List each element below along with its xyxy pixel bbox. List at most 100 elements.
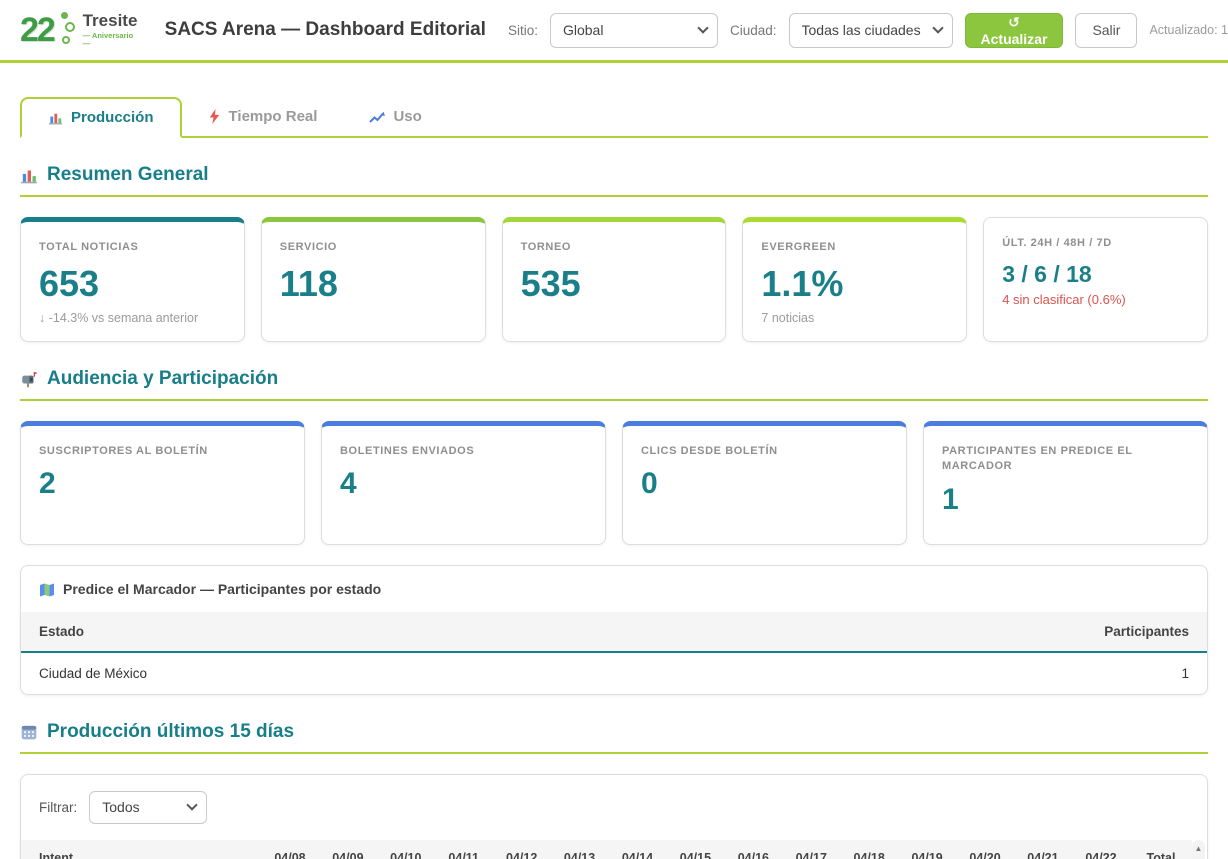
refresh-icon: ↺ xyxy=(1008,14,1020,30)
column-header-intent: Intent xyxy=(21,840,261,859)
column-header-date: 04/16 xyxy=(724,840,782,859)
refresh-button-label: Actualizar xyxy=(981,31,1048,47)
bar-chart-icon xyxy=(20,164,38,186)
section-underline xyxy=(20,195,1208,197)
kpi-value: 4 xyxy=(340,467,587,500)
column-header-participantes: Participantes xyxy=(666,612,1207,652)
predice-table-card: Predice el Marcador — Participantes por … xyxy=(20,565,1208,695)
column-header-date: 04/22 xyxy=(1072,840,1130,859)
logo-number: 22 xyxy=(20,11,54,50)
tab-uso[interactable]: Uso xyxy=(343,97,447,136)
brand-logo: 22 Tresite — Aniversario — xyxy=(20,10,139,50)
kpi-label: EVERGREEN xyxy=(761,240,948,256)
city-select[interactable]: Todas las ciudades xyxy=(789,13,953,48)
column-header-date: 04/13 xyxy=(551,840,609,859)
kpi-label: SERVICIO xyxy=(280,240,467,256)
last-updated-text: Actualizado: 11:21:01 a.m. xyxy=(1149,23,1228,37)
tab-produccion-label: Producción xyxy=(71,109,154,126)
site-select[interactable]: Global xyxy=(550,13,718,48)
column-header-date: 04/09 xyxy=(319,840,377,859)
kpi-label: CLICS DESDE BOLETÍN xyxy=(641,444,888,460)
page-title: SACS Arena — Dashboard Editorial xyxy=(165,19,486,41)
filter-select-wrap: Todos xyxy=(89,791,207,824)
bar-chart-icon xyxy=(48,110,63,125)
filter-row: Filtrar: Todos xyxy=(21,791,1207,840)
kpi-card-suscriptores: SUSCRIPTORES AL BOLETÍN 2 xyxy=(20,421,305,545)
section-produccion-title: Producción últimos 15 días xyxy=(47,721,294,743)
predice-table: Estado Participantes Ciudad de México 1 xyxy=(21,612,1207,694)
column-header-estado: Estado xyxy=(21,612,666,652)
tab-bar: Producción Tiempo Real Uso xyxy=(20,97,1208,138)
column-header-date: 04/10 xyxy=(377,840,435,859)
predice-table-title: Predice el Marcador — Participantes por … xyxy=(63,581,381,597)
column-header-total: Total xyxy=(1130,840,1192,859)
section-underline xyxy=(20,399,1208,401)
kpi-value: 535 xyxy=(521,264,708,304)
kpi-subtext: 7 noticias xyxy=(761,311,948,325)
kpi-card-evergreen: EVERGREEN 1.1% 7 noticias xyxy=(742,217,967,342)
logout-button[interactable]: Salir xyxy=(1075,13,1137,48)
section-audiencia-heading: Audiencia y Participación xyxy=(20,368,1208,390)
filter-label: Filtrar: xyxy=(39,800,77,815)
kpi-label: TORNEO xyxy=(521,240,708,256)
produccion-table-wrap: Intent 04/08 04/09 04/10 04/11 04/12 04/… xyxy=(21,840,1207,859)
kpi-label: BOLETINES ENVIADOS xyxy=(340,444,587,460)
table-scrollbar[interactable]: ▲ xyxy=(1192,840,1205,859)
logo-brand: Tresite xyxy=(83,12,139,30)
predice-table-title-row: Predice el Marcador — Participantes por … xyxy=(21,566,1207,612)
tab-uso-label: Uso xyxy=(393,108,421,125)
mailbox-icon xyxy=(20,368,38,390)
column-header-date: 04/21 xyxy=(1014,840,1072,859)
column-header-date: 04/12 xyxy=(493,840,551,859)
section-produccion-heading: Producción últimos 15 días xyxy=(20,721,1208,743)
kpi-value: 3 / 6 / 18 xyxy=(1002,262,1189,287)
calendar-icon xyxy=(20,721,38,743)
kpi-value: 653 xyxy=(39,264,226,304)
kpi-value: 2 xyxy=(39,467,286,500)
column-header-date: 04/14 xyxy=(609,840,667,859)
kpi-card-clics-boletin: CLICS DESDE BOLETÍN 0 xyxy=(622,421,907,545)
kpi-card-servicio: SERVICIO 118 xyxy=(261,217,486,342)
section-resumen-title: Resumen General xyxy=(47,164,209,186)
participantes-cell: 1 xyxy=(666,652,1207,694)
column-header-date: 04/15 xyxy=(666,840,724,859)
produccion-table: Intent 04/08 04/09 04/10 04/11 04/12 04/… xyxy=(21,840,1192,859)
tab-produccion[interactable]: Producción xyxy=(20,97,182,138)
estado-cell: Ciudad de México xyxy=(21,652,666,694)
produccion-card: Filtrar: Todos Intent 04/08 04/09 04/10 … xyxy=(20,774,1208,859)
kpi-label: PARTICIPANTES EN PREDICE EL MARCADOR xyxy=(942,444,1189,476)
scroll-up-arrow-icon[interactable]: ▲ xyxy=(1192,840,1205,853)
table-row: Ciudad de México 1 xyxy=(21,652,1207,694)
city-select-label: Ciudad: xyxy=(730,23,777,38)
lightning-icon xyxy=(208,109,221,124)
section-underline xyxy=(20,752,1208,754)
filter-select[interactable]: Todos xyxy=(89,791,207,824)
column-header-date: 04/11 xyxy=(435,840,493,859)
site-select-wrap: Global xyxy=(550,13,718,48)
tab-tiempo-real[interactable]: Tiempo Real xyxy=(182,97,344,136)
kpi-card-participantes-predice: PARTICIPANTES EN PREDICE EL MARCADOR 1 xyxy=(923,421,1208,545)
kpi-value: 1.1% xyxy=(761,264,948,304)
logo-tagline: — Aniversario — xyxy=(83,32,139,48)
refresh-button[interactable]: ↺ Actualizar xyxy=(965,13,1064,48)
map-icon xyxy=(39,581,55,597)
app-header: 22 Tresite — Aniversario — SACS Arena — … xyxy=(0,0,1228,63)
kpi-alert-subtext: 4 sin clasificar (0.6%) xyxy=(1002,292,1189,307)
tab-tiempo-real-label: Tiempo Real xyxy=(229,108,318,125)
kpi-subtext: ↓ -14.3% vs semana anterior xyxy=(39,311,226,325)
section-resumen-heading: Resumen General xyxy=(20,164,1208,186)
kpi-card-torneo: TORNEO 535 xyxy=(502,217,727,342)
section-audiencia-title: Audiencia y Participación xyxy=(47,368,278,390)
kpi-card-ult-24h-48h-7d: ÚLT. 24H / 48H / 7D 3 / 6 / 18 4 sin cla… xyxy=(983,217,1208,342)
audiencia-cards: SUSCRIPTORES AL BOLETÍN 2 BOLETINES ENVI… xyxy=(20,421,1208,545)
logo-bubbles-icon xyxy=(60,10,77,50)
column-header-date: 04/19 xyxy=(898,840,956,859)
kpi-label: ÚLT. 24H / 48H / 7D xyxy=(1002,236,1189,252)
column-header-date: 04/18 xyxy=(840,840,898,859)
city-select-wrap: Todas las ciudades xyxy=(789,13,953,48)
column-header-date: 04/20 xyxy=(956,840,1014,859)
kpi-value: 118 xyxy=(280,264,467,304)
chart-up-icon xyxy=(369,110,385,124)
kpi-label: TOTAL NOTICIAS xyxy=(39,240,226,256)
kpi-value: 0 xyxy=(641,467,888,500)
